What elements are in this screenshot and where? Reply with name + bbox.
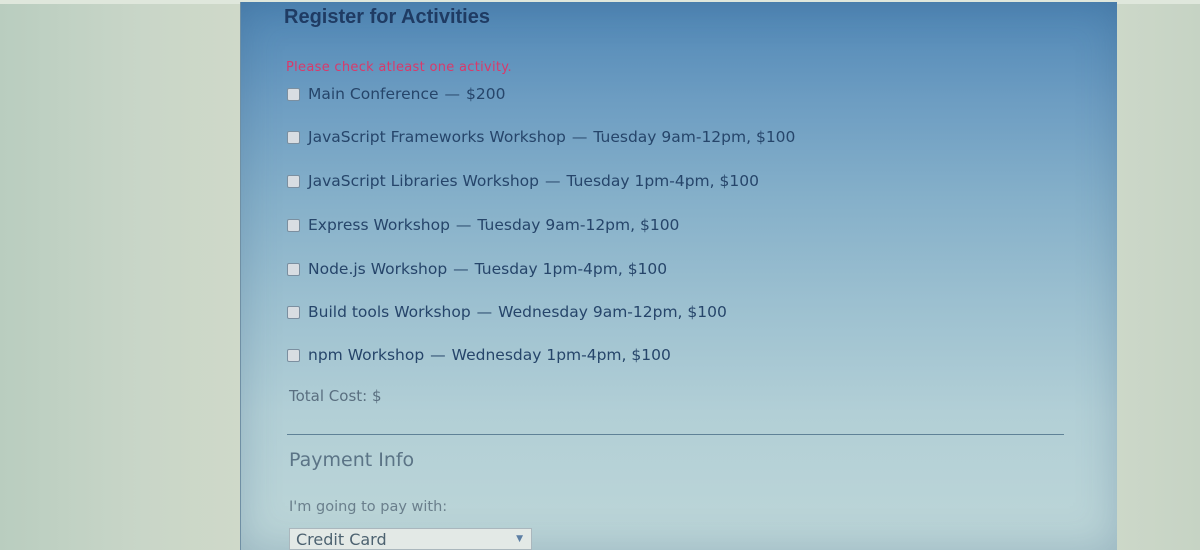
payment-method-label: I'm going to pay with: — [289, 499, 448, 515]
activity-dash: — — [571, 128, 588, 146]
activity-detail: Tuesday 1pm-4pm, $100 — [474, 260, 668, 278]
section-divider — [287, 434, 1064, 435]
activity-name: Express Workshop — [308, 216, 450, 234]
registration-panel: Register for Activities Please check atl… — [240, 2, 1117, 550]
activity-dash: — — [430, 346, 446, 364]
activity-checkbox[interactable] — [287, 262, 300, 276]
activity-dash: — — [444, 85, 461, 103]
activity-checkbox[interactable] — [287, 174, 300, 188]
activity-detail: Tuesday 9am-12pm, $100 — [477, 216, 680, 234]
activity-npm[interactable]: npm Workshop — Wednesday 1pm-4pm, $100 — [287, 344, 671, 366]
activity-detail: Tuesday 1pm-4pm, $100 — [566, 172, 759, 190]
activity-dash: — — [544, 172, 561, 190]
activity-name: JavaScript Frameworks Workshop — [308, 128, 566, 146]
activity-dash: — — [455, 216, 472, 234]
activity-detail: $200 — [466, 85, 506, 103]
activity-build-tools[interactable]: Build tools Workshop — Wednesday 9am-12p… — [287, 301, 727, 323]
activity-name: npm Workshop — [308, 346, 425, 364]
payment-method-value: Credit Card — [296, 529, 387, 549]
activity-checkbox[interactable] — [287, 87, 300, 101]
activity-name: Main Conference — [308, 85, 439, 103]
activity-warning: Please check atleast one activity. — [286, 60, 512, 75]
activity-name: Node.js Workshop — [308, 260, 448, 278]
activity-detail: Wednesday 9am-12pm, $100 — [498, 303, 727, 321]
activity-main-conference[interactable]: Main Conference — $200 — [287, 83, 505, 105]
activity-checkbox[interactable] — [287, 348, 300, 362]
section-title: Register for Activities — [284, 6, 490, 28]
activity-checkbox[interactable] — [287, 218, 300, 232]
activity-dash: — — [476, 303, 493, 321]
activity-nodejs[interactable]: Node.js Workshop — Tuesday 1pm-4pm, $100 — [287, 258, 667, 280]
activity-checkbox[interactable] — [287, 305, 300, 319]
payment-title: Payment Info — [289, 449, 415, 471]
activity-name: Build tools Workshop — [308, 303, 471, 321]
activity-detail: Tuesday 9am-12pm, $100 — [593, 128, 796, 146]
chevron-down-icon[interactable]: ▼ — [516, 534, 523, 544]
activity-js-libraries[interactable]: JavaScript Libraries Workshop — Tuesday … — [287, 170, 759, 192]
activity-express[interactable]: Express Workshop — Tuesday 9am-12pm, $10… — [287, 214, 679, 236]
activity-dash: — — [453, 260, 469, 278]
activity-detail: Wednesday 1pm-4pm, $100 — [451, 346, 671, 364]
total-cost: Total Cost: $ — [289, 387, 382, 405]
activity-name: JavaScript Libraries Workshop — [308, 172, 539, 190]
activity-checkbox[interactable] — [287, 130, 300, 144]
activity-js-frameworks[interactable]: JavaScript Frameworks Workshop — Tuesday… — [287, 126, 795, 148]
payment-method-select[interactable]: Credit Card ▼ — [289, 528, 532, 550]
